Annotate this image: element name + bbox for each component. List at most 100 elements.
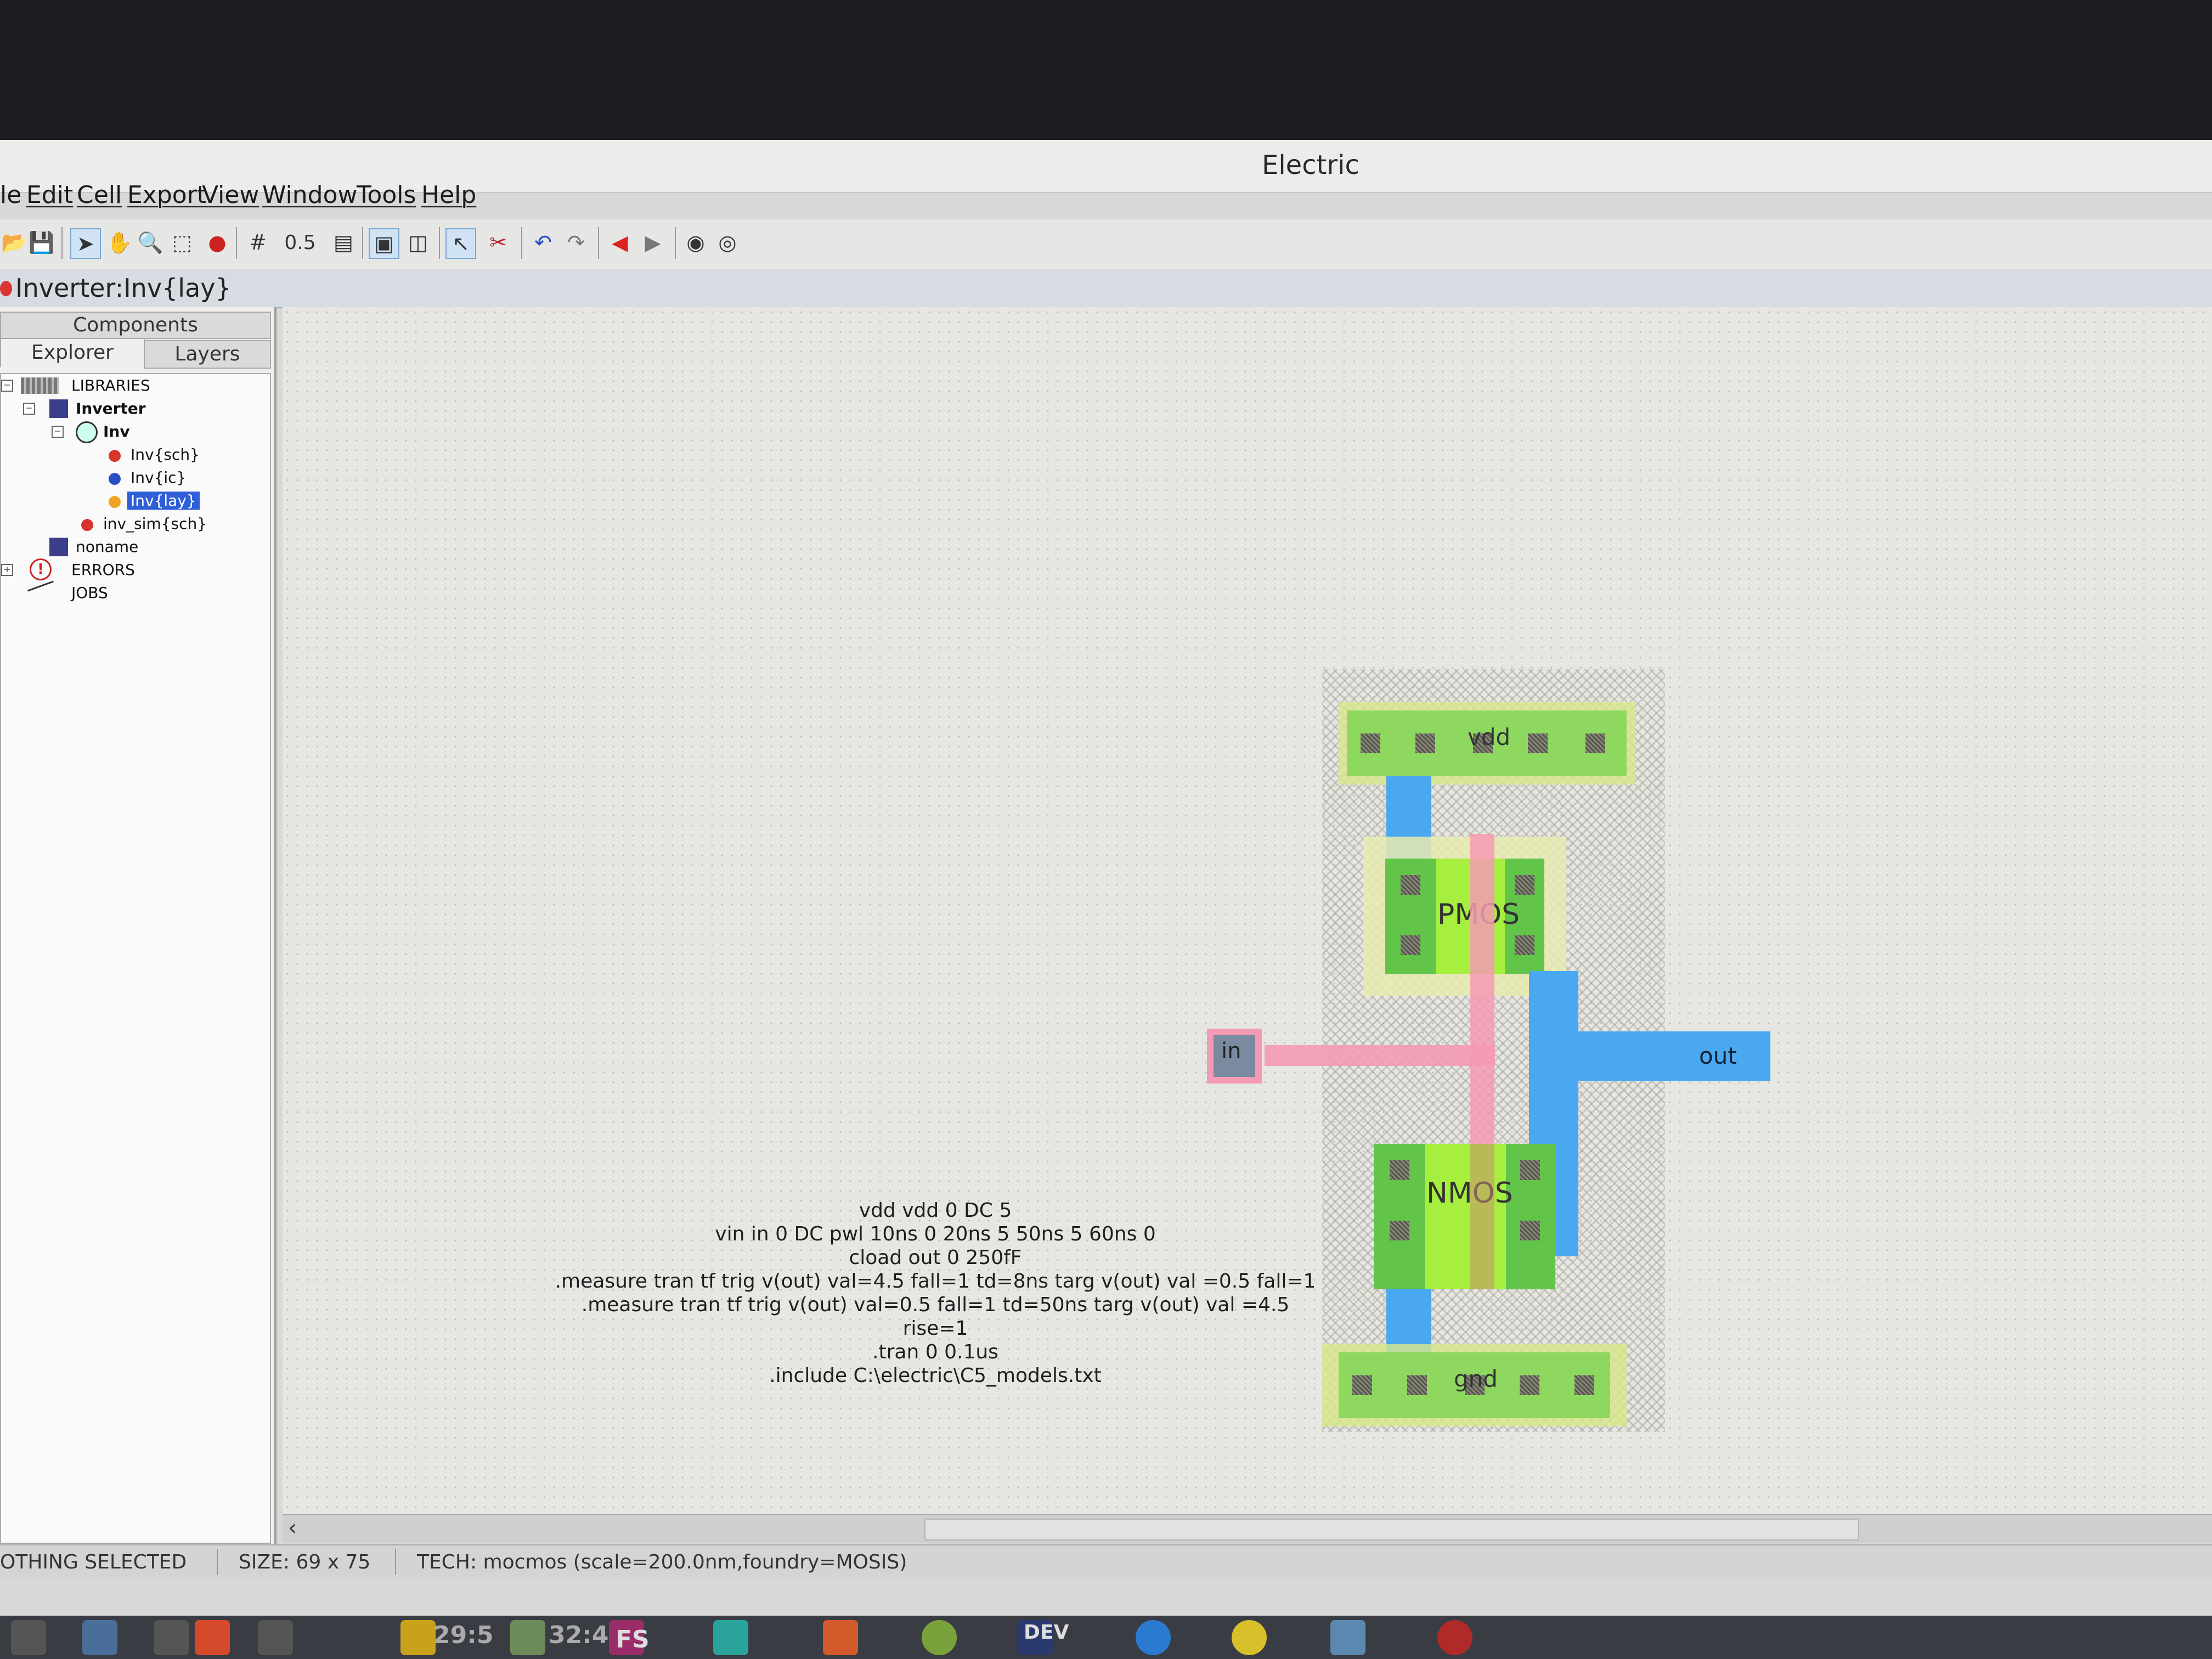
tree-inv[interactable]: Inv (103, 422, 130, 441)
scissors-icon[interactable]: ✂ (484, 228, 512, 257)
tree-inv-sim[interactable]: inv_sim{sch} (103, 515, 207, 533)
app-icon[interactable] (922, 1620, 957, 1655)
spice-line: .measure tran tf trig v(out) val=0.5 fal… (581, 1294, 1290, 1340)
pmos-transistor[interactable]: PMOS (1385, 859, 1544, 974)
tab-layers[interactable]: Layers (144, 340, 271, 369)
taskbar-time-2: 32:4 (549, 1621, 609, 1649)
collapse-toggle[interactable]: − (23, 403, 35, 415)
grid-size-value[interactable]: 0.5 (281, 228, 319, 257)
menu-file[interactable]: le (0, 181, 21, 209)
zoom-box-icon[interactable]: ⬚ (168, 228, 196, 257)
scroll-thumb[interactable] (924, 1519, 1859, 1541)
full-select-icon[interactable]: ▣ (369, 228, 399, 259)
dev-app-label: DEV (1024, 1621, 1069, 1644)
open-icon[interactable]: 📂 (0, 228, 29, 257)
library-icon (49, 538, 68, 556)
nmos-transistor[interactable]: NMOS (1374, 1144, 1555, 1289)
sheets-app-icon[interactable] (713, 1620, 748, 1655)
edge-browser-icon[interactable] (1136, 1620, 1171, 1655)
spice-code-annotation[interactable]: vdd vdd 0 DC 5 vin in 0 DC pwl 10ns 0 20… (551, 1199, 1319, 1387)
office-app-icon[interactable] (823, 1620, 858, 1655)
explorer-tree: − LIBRARIES − Inverter − Inv Inv{sch} In… (0, 373, 271, 1544)
contact-cut (1520, 1375, 1539, 1395)
outline-edit-icon[interactable]: ● (203, 228, 232, 257)
flash-app-icon[interactable] (195, 1620, 230, 1655)
in-pin[interactable]: in (1207, 1029, 1262, 1084)
side-panel: Components Explorer Layers − LIBRARIES −… (0, 307, 276, 1547)
taskbar-time-1: 29:5 (433, 1621, 494, 1649)
tree-jobs[interactable]: JOBS (71, 584, 108, 602)
tab-components[interactable]: Components (0, 312, 271, 339)
toolbar-separator (236, 227, 237, 259)
nmos-label: NMOS (1426, 1177, 1513, 1210)
libraries-icon (21, 377, 59, 394)
menu-edit[interactable]: Edit (26, 181, 73, 209)
tree-inv-sch[interactable]: Inv{sch} (131, 445, 200, 464)
scroll-left-icon[interactable]: ‹ (288, 1515, 297, 1541)
expand-toggle[interactable]: + (1, 564, 13, 576)
spice-line: .tran 0 0.1us (872, 1341, 998, 1363)
tree-inv-ic[interactable]: Inv{ic} (131, 469, 186, 487)
vdd-rail[interactable]: vdd (1347, 710, 1627, 776)
contact-cut (1585, 733, 1605, 753)
app-icon[interactable] (510, 1620, 545, 1655)
select-mode-icon[interactable]: ➤ (70, 228, 101, 259)
redo-icon[interactable]: ↷ (562, 228, 590, 257)
chrome-browser-icon[interactable] (1232, 1620, 1267, 1655)
gnd-rail[interactable]: gnd (1339, 1352, 1610, 1418)
zoom-icon[interactable]: 🔍 (136, 228, 165, 257)
menu-help[interactable]: Help (421, 181, 476, 209)
cell-tab-bar: Inverter:Inv{lay} (0, 269, 2212, 308)
out-wire[interactable]: out (1529, 1031, 1770, 1081)
area-select-icon[interactable]: ◫ (404, 228, 432, 257)
undo-icon[interactable]: ↶ (529, 228, 557, 257)
cell-group-icon (76, 421, 98, 443)
pan-hand-icon[interactable]: ✋ (105, 228, 134, 257)
size-status: SIZE: 69 x 75 (239, 1551, 371, 1573)
app-icon[interactable] (400, 1620, 436, 1655)
layout-canvas[interactable]: vdd PMOS in out (283, 307, 2212, 1514)
skip-icon[interactable] (258, 1620, 293, 1655)
cell-tab-title[interactable]: Inverter:Inv{lay} (15, 273, 232, 303)
tree-errors[interactable]: ERRORS (71, 561, 135, 579)
collapse-toggle[interactable]: − (52, 426, 64, 438)
save-icon[interactable]: 💾 (27, 228, 56, 257)
horizontal-scrollbar[interactable]: ‹ (283, 1514, 2212, 1543)
show-icon[interactable]: ◉ (681, 228, 710, 257)
tree-noname[interactable]: noname (76, 538, 138, 556)
play-icon[interactable] (154, 1620, 189, 1655)
contact-cut (1352, 1375, 1372, 1395)
gnd-label: gnd (1454, 1365, 1498, 1392)
icon-view-icon (109, 473, 121, 485)
layout-icon (109, 496, 121, 508)
grid-icon[interactable]: # (244, 228, 272, 257)
forward-arrow-icon[interactable]: ▶ (639, 228, 667, 257)
menu-tools[interactable]: Tools (357, 181, 416, 209)
menu-window[interactable]: Window (262, 181, 358, 209)
photos-app-icon[interactable] (1330, 1620, 1365, 1655)
tech-status: TECH: mocmos (scale=200.0nm,foundry=MOSI… (417, 1551, 907, 1573)
toolbar-separator (439, 227, 440, 259)
electric-app-icon[interactable] (1437, 1620, 1472, 1655)
spice-line: .include C:\electric\C5_models.txt (769, 1364, 1102, 1387)
tab-explorer[interactable]: Explorer (0, 338, 145, 368)
vdd-label: vdd (1468, 724, 1511, 751)
tree-inverter[interactable]: Inverter (76, 399, 146, 417)
error-icon: ! (30, 558, 52, 580)
menu-view[interactable]: View (202, 181, 259, 209)
prev-track-icon[interactable] (11, 1620, 46, 1655)
tree-inv-lay[interactable]: Inv{lay} (127, 492, 200, 510)
menu-cell[interactable]: Cell (77, 181, 122, 209)
file-manager-icon[interactable] (82, 1620, 117, 1655)
menu-export[interactable]: Export (127, 181, 206, 209)
tree-libraries[interactable]: LIBRARIES (71, 376, 150, 394)
out-label: out (1699, 1042, 1737, 1069)
back-arrow-icon[interactable]: ◀ (606, 228, 634, 257)
collapse-toggle[interactable]: − (1, 380, 13, 392)
pointer-arrow-icon[interactable]: ↖ (445, 228, 476, 259)
toolbar-separator (675, 227, 676, 259)
hide-icon[interactable]: ◎ (713, 228, 742, 257)
nmos-gate-overlap (1470, 1144, 1494, 1289)
ruler-icon[interactable]: ▤ (329, 228, 358, 257)
poly-input-wire[interactable] (1265, 1045, 1495, 1066)
